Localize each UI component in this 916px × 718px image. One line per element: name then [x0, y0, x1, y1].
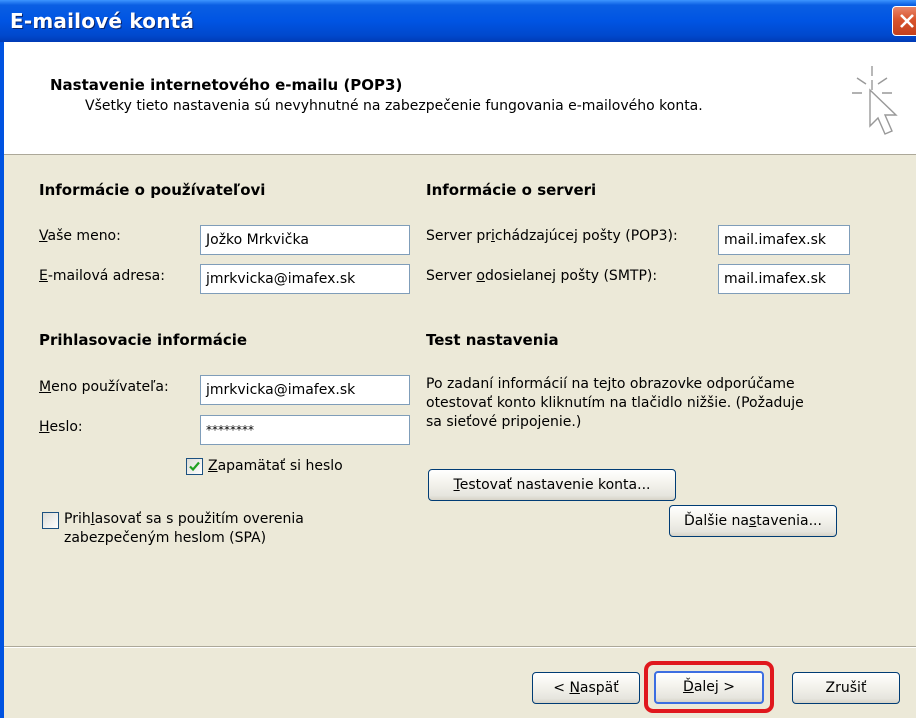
username-input[interactable]: jmrkvicka@imafex.sk: [200, 375, 410, 405]
window-title: E-mailové kontá: [10, 9, 195, 33]
password-label: Heslo:: [39, 419, 83, 435]
spa-label[interactable]: Prihlasovať sa s použitím overenia zabez…: [64, 510, 304, 548]
cancel-button[interactable]: Zrušiť: [792, 672, 900, 704]
more-settings-button[interactable]: Ďalšie nastavenia...: [669, 505, 837, 537]
next-button-highlight: [644, 661, 774, 713]
close-button[interactable]: [892, 6, 916, 36]
server-info-heading: Informácie o serveri: [426, 181, 597, 199]
back-button[interactable]: < Naspäť: [532, 672, 640, 704]
name-input[interactable]: Jožko Mrkvička: [200, 225, 410, 255]
outgoing-server-input[interactable]: mail.imafex.sk: [718, 264, 850, 294]
test-account-button[interactable]: Testovať nastavenie konta...: [428, 469, 676, 501]
settings-panel: Informácie o používateľovi Vaše meno: Jo…: [4, 155, 916, 645]
email-label: E-mailová adresa:: [39, 268, 165, 284]
incoming-server-input[interactable]: mail.imafex.sk: [718, 225, 850, 255]
test-settings-description: Po zadaní informácií na tejto obrazovke …: [426, 376, 804, 430]
checkmark-icon: [189, 461, 200, 472]
incoming-server-label: Server prichádzajúcej pošty (POP3):: [426, 228, 678, 244]
remember-password-label[interactable]: Zapamätať si heslo: [208, 458, 343, 474]
page-title: Nastavenie internetového e-mailu (POP3): [50, 76, 403, 94]
remember-password-checkbox[interactable]: [186, 458, 203, 475]
close-icon: [900, 14, 914, 28]
footer-divider-highlight: [4, 647, 916, 648]
outgoing-server-label: Server odosielanej pošty (SMTP):: [426, 268, 658, 284]
name-label: Vaše meno:: [39, 228, 121, 244]
test-settings-heading: Test nastavenia: [426, 331, 559, 349]
title-bar[interactable]: E-mailové kontá: [0, 0, 916, 42]
password-input[interactable]: ********: [200, 415, 410, 445]
user-info-heading: Informácie o používateľovi: [39, 181, 266, 199]
pointer-sparkle-icon: [852, 66, 898, 135]
username-label: Meno používateľa:: [39, 379, 169, 395]
email-input[interactable]: jmrkvicka@imafex.sk: [200, 264, 410, 294]
wizard-header: Nastavenie internetového e-mailu (POP3) …: [4, 42, 916, 155]
page-description: Všetky tieto nastavenia sú nevyhnutné na…: [85, 98, 703, 114]
spa-checkbox[interactable]: [42, 512, 59, 529]
login-info-heading: Prihlasovacie informácie: [39, 331, 248, 349]
